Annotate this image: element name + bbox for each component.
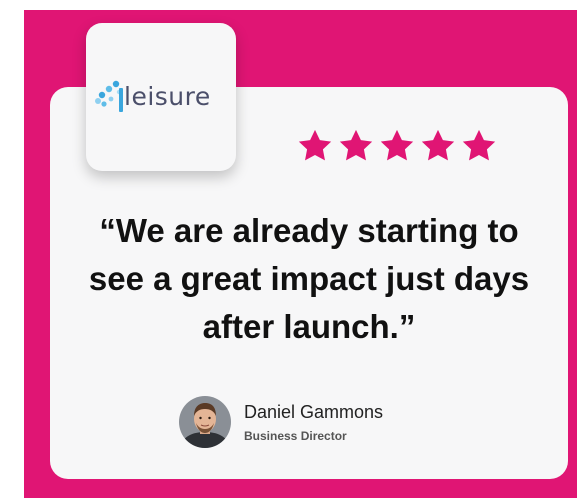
author-avatar (179, 396, 231, 448)
star-icon (462, 129, 496, 161)
leisure-logo-mark-icon (95, 80, 123, 112)
star-rating (296, 127, 498, 167)
author-title: Business Director (244, 429, 347, 443)
star-icon (421, 129, 455, 161)
author-name: Daniel Gammons (244, 402, 384, 422)
testimonial-quote: “We are already starting to see a great … (88, 212, 530, 345)
brand-logo-text: leisure (124, 82, 211, 111)
star-icon (380, 129, 414, 161)
star-icon (339, 129, 373, 161)
star-icon (298, 129, 332, 161)
